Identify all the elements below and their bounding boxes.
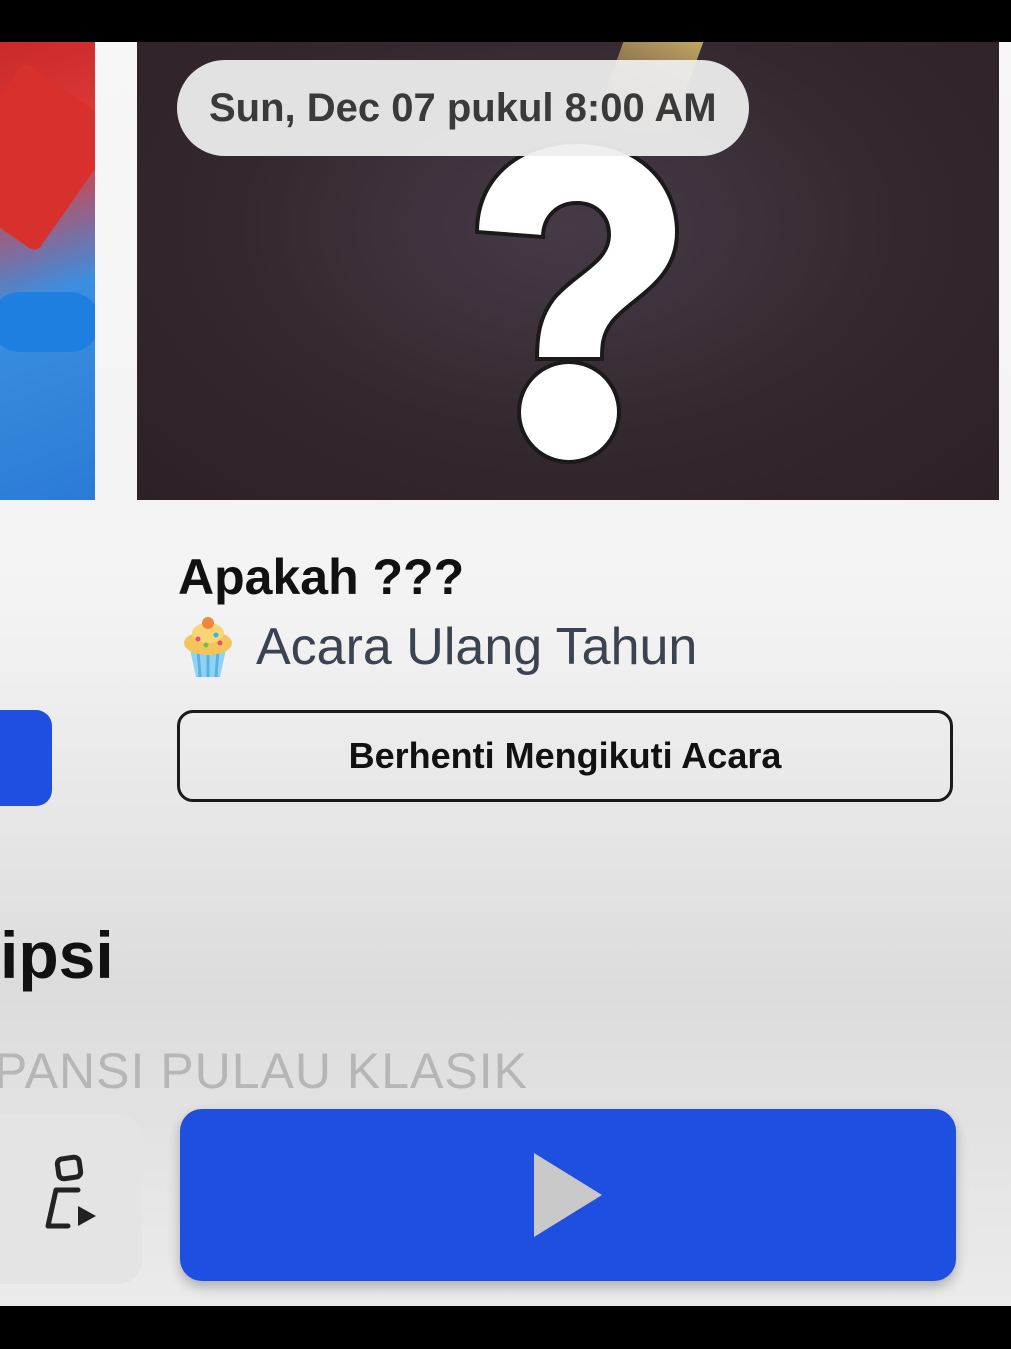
description-text: PANSI PULAU KLASIK bbox=[0, 1043, 528, 1099]
question-mark-icon bbox=[474, 139, 680, 464]
event-category-label: Acara Ulang Tahun bbox=[256, 618, 698, 676]
shapes-play-icon bbox=[45, 1154, 96, 1229]
event-category: Acara Ulang Tahun bbox=[178, 612, 697, 682]
event-thumbnail[interactable]: Sun, Dec 07 pukul 8:00 AM bbox=[137, 42, 999, 500]
event-title: Apakah ??? bbox=[178, 549, 465, 605]
previous-event-thumbnail[interactable] bbox=[0, 42, 95, 500]
secondary-action-button[interactable] bbox=[0, 1114, 142, 1284]
description-heading: ipsi bbox=[0, 918, 114, 992]
event-date-badge: Sun, Dec 07 pukul 8:00 AM bbox=[177, 60, 749, 156]
play-icon bbox=[534, 1153, 602, 1237]
unfollow-event-button[interactable]: Berhenti Mengikuti Acara bbox=[177, 710, 953, 802]
thumbnail-art bbox=[0, 292, 95, 352]
play-button[interactable] bbox=[180, 1109, 956, 1281]
cupcake-icon bbox=[184, 617, 232, 678]
event-page: Sun, Dec 07 pukul 8:00 AM Apakah ??? Aca… bbox=[0, 42, 1011, 1306]
thumbnail-art bbox=[0, 61, 95, 253]
previous-event-button[interactable] bbox=[0, 710, 52, 806]
